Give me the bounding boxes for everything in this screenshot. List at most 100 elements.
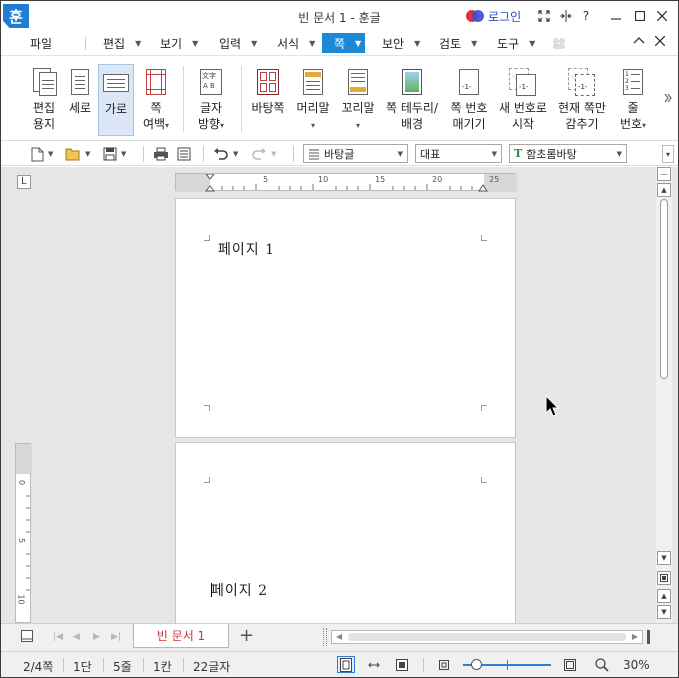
split-view-icon[interactable] bbox=[557, 7, 575, 25]
menu-page[interactable]: 쪽 ▼ bbox=[322, 33, 365, 53]
tab-prev-icon[interactable]: ◀ bbox=[73, 632, 80, 642]
menu-file[interactable]: 파일 bbox=[24, 33, 58, 53]
ruler-tab-selector[interactable]: L bbox=[17, 175, 31, 189]
zoom-out-button[interactable] bbox=[435, 656, 453, 673]
print-button[interactable] bbox=[153, 145, 169, 163]
fullscreen-icon[interactable] bbox=[535, 7, 553, 25]
minimize-icon[interactable] bbox=[607, 7, 625, 25]
tab-last-icon[interactable]: ▶| bbox=[111, 632, 121, 642]
status-line[interactable]: 5줄 bbox=[113, 658, 132, 675]
tab-document-1[interactable]: 빈 문서 1 bbox=[133, 624, 229, 648]
menu-insert[interactable]: 입력 ▼ bbox=[213, 33, 263, 53]
zoom-level[interactable]: 30% bbox=[623, 658, 650, 672]
plugin-icon[interactable] bbox=[551, 36, 567, 54]
right-indent-marker-icon[interactable] bbox=[478, 180, 488, 195]
menu-format[interactable]: 서식 ▼ bbox=[271, 33, 321, 53]
vertical-scrollbar[interactable]: — ▲ ▼ ▲ ▼ bbox=[656, 167, 672, 623]
maximize-icon[interactable] bbox=[631, 7, 649, 25]
chevron-down-icon: ▼ bbox=[309, 38, 316, 48]
chevron-down-icon: ▼ bbox=[192, 38, 199, 48]
zoom-search-button[interactable] bbox=[593, 656, 611, 673]
collapse-ribbon-icon[interactable] bbox=[633, 35, 645, 50]
scroll-up-icon[interactable]: ▲ bbox=[657, 183, 671, 197]
master-page-icon bbox=[256, 68, 280, 96]
close-document-icon[interactable] bbox=[654, 35, 666, 50]
tab-list-icon[interactable] bbox=[21, 630, 33, 645]
toolbar-expand-icon[interactable]: ▾ bbox=[662, 145, 674, 163]
ruler-mark: 10 bbox=[318, 175, 329, 184]
ribbon-page-border-button[interactable]: 쪽 테두리/배경 bbox=[384, 64, 440, 136]
preview-button[interactable] bbox=[177, 145, 191, 163]
ribbon-footer-button[interactable]: 꼬리말 ▾ bbox=[337, 64, 379, 136]
horizontal-ruler[interactable]: 5 10 15 20 25 bbox=[175, 173, 517, 192]
menu-view[interactable]: 보기 ▼ bbox=[154, 33, 204, 53]
scroll-right-icon[interactable]: ▶ bbox=[632, 632, 638, 641]
ribbon-line-number-button[interactable]: 123 줄 번호▾ bbox=[615, 64, 651, 136]
status-column[interactable]: 1단 bbox=[73, 658, 92, 675]
zoom-slider-knob[interactable] bbox=[471, 659, 483, 670]
page-view-icon[interactable] bbox=[657, 571, 671, 585]
redo-button[interactable]: ▼ bbox=[251, 145, 276, 163]
document-page-1[interactable]: 페이지 1 bbox=[175, 198, 516, 438]
ribbon-margins-button[interactable]: 쪽 여백▾ bbox=[138, 64, 174, 136]
ribbon-new-number-button[interactable]: -3- -1- 새 번호로시작 bbox=[496, 64, 550, 136]
menu-label: 편집 bbox=[103, 36, 126, 51]
new-document-button[interactable]: ▼ bbox=[31, 145, 53, 163]
add-tab-button[interactable]: + bbox=[239, 627, 254, 645]
page-body-text[interactable]: 페이지 2 bbox=[211, 580, 268, 600]
page-layout-view-button[interactable] bbox=[337, 656, 355, 673]
ribbon-header-button[interactable]: 머리말 ▾ bbox=[293, 64, 333, 136]
ribbon-more-icon[interactable] bbox=[664, 92, 672, 106]
scrollbar-thumb[interactable] bbox=[660, 199, 668, 379]
tab-first-icon[interactable]: |◀ bbox=[53, 632, 63, 642]
ribbon-label: 현재 쪽만 감추기 bbox=[558, 101, 606, 131]
save-button[interactable]: ▼ bbox=[103, 145, 126, 163]
menu-security[interactable]: 보안 ▼ bbox=[376, 33, 426, 53]
ribbon: 편집 용지 세로 가로 쪽 여백▾ 文字 A B 글자 방향▾ 바탕쪽 머리말 … bbox=[1, 55, 678, 141]
new-document-icon bbox=[31, 147, 44, 161]
account-icon bbox=[466, 9, 484, 24]
scrollbar-thumb[interactable] bbox=[348, 633, 626, 641]
ribbon-text-direction-button[interactable]: 文字 A B 글자 방향▾ bbox=[191, 64, 231, 136]
scroll-top-icon[interactable]: — bbox=[657, 167, 671, 181]
scroll-down-icon[interactable]: ▼ bbox=[657, 551, 671, 565]
close-icon[interactable] bbox=[653, 7, 671, 25]
page-body-text[interactable]: 페이지 1 bbox=[218, 239, 275, 259]
status-chars[interactable]: 22글자 bbox=[193, 658, 230, 675]
zoom-in-button[interactable] bbox=[561, 656, 579, 673]
vertical-ruler[interactable]: 0 5 10 bbox=[15, 443, 32, 623]
ribbon-page-number-button[interactable]: -1- 쪽 번호 매기기 bbox=[447, 64, 491, 136]
indent-marker-icon[interactable] bbox=[204, 173, 216, 195]
scroll-left-icon[interactable]: ◀ bbox=[336, 632, 342, 641]
split-bar-handle[interactable] bbox=[647, 630, 650, 644]
ribbon-page-setup-button[interactable]: 편집 용지 bbox=[23, 64, 65, 136]
splitter-handle[interactable] bbox=[323, 628, 327, 646]
menu-review[interactable]: 검토 ▼ bbox=[433, 33, 483, 53]
status-page[interactable]: 2/4쪽 bbox=[23, 658, 53, 675]
tab-next-icon[interactable]: ▶ bbox=[93, 632, 100, 642]
ribbon-portrait-button[interactable]: 세로 bbox=[65, 64, 95, 136]
ribbon-hide-current-button[interactable]: -3- -1- 현재 쪽만감추기 bbox=[554, 64, 610, 136]
chevron-down-icon: ▼ bbox=[414, 38, 421, 48]
ribbon-master-page-button[interactable]: 바탕쪽 bbox=[248, 64, 288, 136]
status-col[interactable]: 1칸 bbox=[153, 658, 172, 675]
paragraph-language-select[interactable]: 대표 ▼ bbox=[415, 144, 502, 163]
next-page-icon[interactable]: ▼ bbox=[657, 605, 671, 619]
login-button[interactable]: 로그인 bbox=[466, 8, 521, 25]
document-page-2[interactable]: 페이지 2 bbox=[175, 442, 516, 632]
full-page-view-button[interactable] bbox=[393, 656, 411, 673]
chevron-down-icon: ▼ bbox=[529, 38, 536, 48]
previous-page-icon[interactable]: ▲ bbox=[657, 589, 671, 603]
horizontal-scrollbar[interactable]: ◀ ▶ bbox=[331, 630, 643, 644]
menu-tools[interactable]: 도구 ▼ bbox=[491, 33, 541, 53]
font-select[interactable]: T 함초롬바탕 ▼ bbox=[509, 144, 627, 163]
chevron-down-icon: ▼ bbox=[471, 38, 478, 48]
width-view-button[interactable] bbox=[365, 656, 383, 673]
ruler-mark: 25 bbox=[489, 175, 500, 184]
undo-button[interactable]: ▼ bbox=[213, 145, 238, 163]
ribbon-landscape-button[interactable]: 가로 bbox=[98, 64, 134, 136]
menu-edit[interactable]: 편집 ▼ bbox=[97, 33, 147, 53]
style-select[interactable]: 바탕글 ▼ bbox=[303, 144, 408, 163]
help-icon[interactable]: ? bbox=[577, 7, 595, 25]
open-document-button[interactable]: ▼ bbox=[65, 145, 90, 163]
